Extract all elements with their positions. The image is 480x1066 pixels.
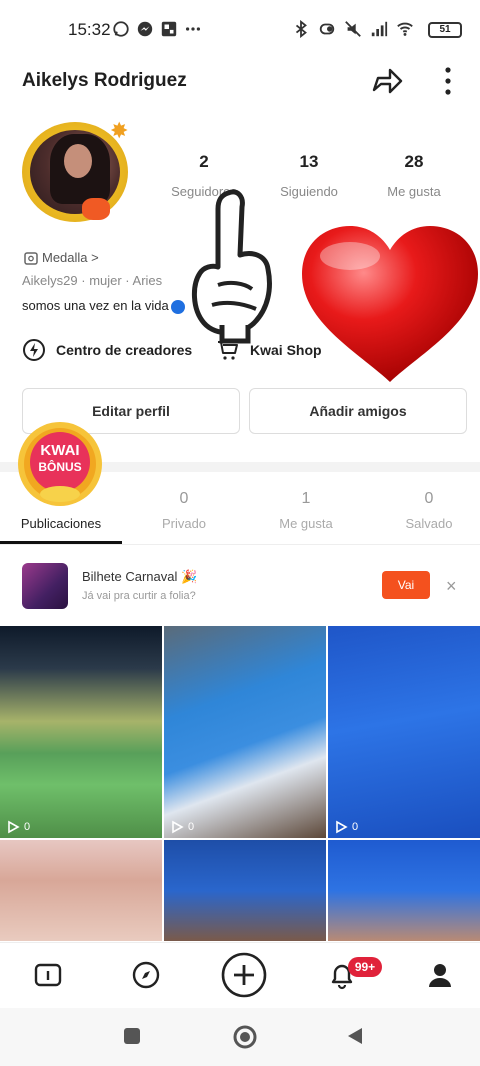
video-tile[interactable]	[0, 840, 162, 941]
profile-name: Aikelys Rodriguez	[22, 70, 187, 91]
video-tile[interactable]	[328, 840, 480, 941]
profile-icon[interactable]	[424, 959, 456, 991]
status-time: 15:32	[68, 20, 111, 39]
following-count: 13	[299, 152, 319, 171]
status-bar: 15:32 51	[0, 0, 480, 60]
creator-center-label: Centro de creadores	[56, 342, 193, 358]
create-icon[interactable]	[220, 951, 268, 999]
tab-privado[interactable]: 0 Privado	[124, 490, 244, 531]
avatar[interactable]: ✸	[18, 118, 134, 226]
bio-text: somos una vez en la vida	[22, 298, 169, 313]
video-grid: 0 0 0	[0, 626, 480, 941]
promo-close-button[interactable]: ×	[446, 576, 457, 597]
tab-count: 1	[301, 490, 311, 507]
heart-sticker	[302, 226, 478, 382]
bottom-nav: 99+	[0, 942, 480, 1008]
play-icon	[8, 820, 20, 834]
followers-count: 2	[199, 152, 209, 171]
user-meta: Aikelys29 · mujer · Aries	[22, 273, 163, 288]
play-count-value: 0	[352, 821, 359, 833]
whatsapp-icon	[113, 21, 129, 37]
battery-icon: 51	[428, 22, 462, 38]
tab-me-gusta[interactable]: 1 Me gusta	[246, 490, 366, 531]
system-nav-bar	[0, 1008, 480, 1066]
video-tile[interactable]: 0	[164, 626, 326, 838]
tab-label: Privado	[161, 516, 207, 531]
more-options-icon[interactable]	[436, 64, 460, 98]
signal-icon	[371, 21, 388, 37]
app-icon	[161, 21, 177, 37]
pointing-hand-sticker	[192, 189, 272, 344]
status-right-icons	[292, 20, 414, 38]
wifi-icon	[397, 22, 413, 36]
likes-count: 28	[404, 152, 424, 171]
stat-likes[interactable]: 28 Me gusta	[364, 152, 464, 199]
play-icon	[336, 820, 348, 834]
notification-badge: 99+	[348, 957, 382, 977]
tab-label: Salvado	[405, 516, 453, 531]
tab-count: 0	[424, 490, 434, 507]
play-count: 0	[170, 820, 194, 834]
kwai-bonus-line2: BÔNUS	[38, 460, 82, 474]
video-tile[interactable]: 0	[0, 626, 162, 838]
play-count: 0	[6, 820, 30, 834]
home-button-icon[interactable]	[232, 1024, 258, 1050]
messenger-icon	[137, 21, 153, 37]
home-icon[interactable]	[32, 959, 64, 991]
mute-icon	[345, 21, 361, 37]
promo-subtitle: Já vai pra curtir a folia?	[82, 590, 196, 602]
lightning-icon	[23, 339, 45, 361]
play-count-value: 0	[188, 821, 195, 833]
promo-title[interactable]: Bilhete Carnaval 🎉	[82, 569, 197, 585]
video-tile[interactable]	[164, 840, 326, 941]
tab-label: Publicaciones	[20, 516, 102, 531]
add-friends-button[interactable]: Añadir amigos	[249, 388, 467, 434]
promo-thumbnail[interactable]	[22, 563, 68, 609]
likes-label: Me gusta	[387, 184, 441, 199]
promo-go-button[interactable]: Vai	[382, 571, 430, 599]
play-icon	[172, 820, 184, 834]
avatar-face	[64, 144, 92, 178]
vibrate-icon	[319, 23, 335, 35]
discover-icon[interactable]	[130, 959, 162, 991]
medalla-label: Medalla >	[42, 250, 99, 265]
bluetooth-icon	[295, 20, 307, 38]
video-tile[interactable]: 0	[328, 626, 480, 838]
play-count-value: 0	[24, 821, 31, 833]
avatar-decoration	[82, 198, 110, 220]
star-decoration-icon: ✸	[110, 118, 129, 143]
bio: somos una vez en la vida	[22, 298, 185, 314]
back-icon[interactable]	[344, 1025, 366, 1047]
tab-label: Me gusta	[279, 516, 333, 531]
medal-icon	[24, 251, 38, 265]
creator-center-link[interactable]: Centro de creadores	[22, 338, 192, 362]
kwai-bonus-badge[interactable]: KWAI BÔNUS	[16, 420, 104, 508]
play-count: 0	[334, 820, 358, 834]
kwai-bonus-line1: KWAI	[40, 442, 80, 459]
share-icon[interactable]	[370, 64, 404, 98]
tab-salvado[interactable]: 0 Salvado	[369, 490, 480, 531]
tab-active-indicator	[0, 541, 122, 544]
medalla-link[interactable]: Medalla >	[24, 250, 99, 265]
recents-icon[interactable]	[122, 1026, 142, 1046]
more-notifications-icon	[185, 27, 201, 31]
status-left-icons	[112, 20, 202, 38]
tab-divider	[0, 544, 480, 545]
tab-count: 0	[179, 490, 189, 507]
